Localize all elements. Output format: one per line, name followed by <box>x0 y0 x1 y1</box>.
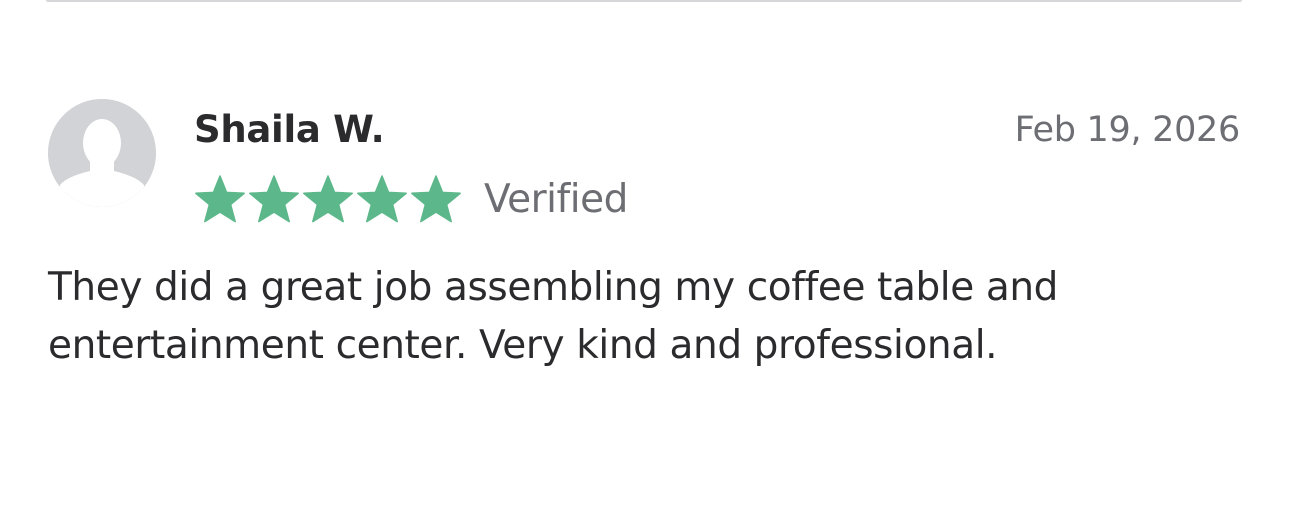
star-rating <box>194 174 462 226</box>
star-icon <box>248 174 300 226</box>
user-silhouette-icon <box>48 99 156 207</box>
verified-label: Verified <box>484 177 628 222</box>
star-icon <box>302 174 354 226</box>
star-icon <box>410 174 462 226</box>
star-icon <box>194 174 246 226</box>
review-text: They did a great job assembling my coffe… <box>48 265 1058 368</box>
avatar <box>48 99 156 207</box>
review-card: Shaila W. Feb 19, 2026 Verified They did… <box>0 0 1290 517</box>
review-date: Feb 19, 2026 <box>1014 110 1241 150</box>
star-icon <box>356 174 408 226</box>
rating-row: Verified <box>194 172 628 228</box>
reviewer-name: Shaila W. <box>194 108 385 151</box>
